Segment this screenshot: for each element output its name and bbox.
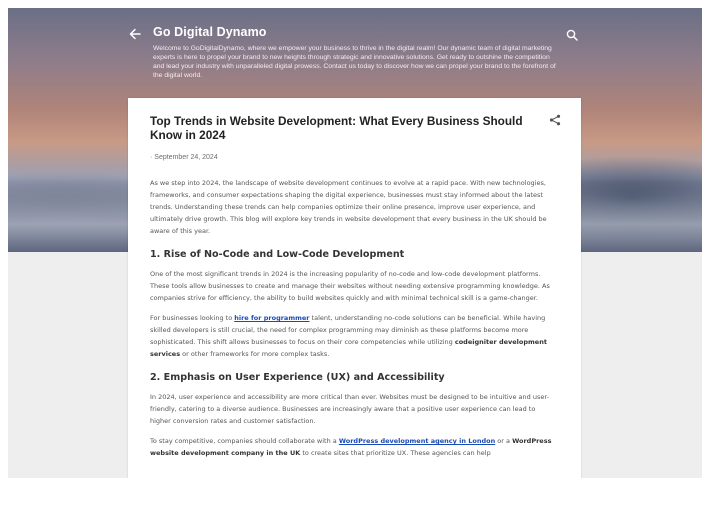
blog-description: Welcome to GoDigitalDynamo, where we emp… — [153, 45, 556, 79]
section-heading-2: 2. Emphasis on User Experience (UX) and … — [150, 372, 445, 383]
browser-viewport: Go Digital Dynamo Welcome to GoDigitalDy… — [8, 8, 702, 478]
section2-paragraph-2: To stay competitive, companies should co… — [150, 435, 558, 459]
hire-programmer-link[interactable]: hire for programmer — [234, 314, 309, 322]
blog-title[interactable]: Go Digital Dynamo — [153, 25, 267, 39]
text-run: For businesses looking to — [150, 314, 235, 322]
text-run: or a — [495, 437, 513, 445]
search-icon[interactable] — [566, 28, 578, 41]
text-run: to create sites that prioritize UX. Thes… — [300, 449, 491, 457]
section2-paragraph-1: In 2024, user experience and accessibili… — [150, 393, 549, 425]
text-run: To stay competitive, companies should co… — [150, 437, 339, 445]
arrow-left-icon[interactable] — [128, 27, 142, 41]
post-card: Top Trends in Website Development: What … — [128, 98, 581, 478]
post-title: Top Trends in Website Development: What … — [150, 114, 523, 142]
post-date[interactable]: September 24, 2024 — [150, 154, 559, 161]
section-heading-1: 1. Rise of No-Code and Low-Code Developm… — [150, 249, 405, 260]
share-icon[interactable] — [549, 113, 561, 126]
section1-paragraph-1: One of the most significant trends in 20… — [150, 270, 550, 302]
intro-paragraph: As we step into 2024, the landscape of w… — [150, 179, 547, 235]
section1-paragraph-2: For businesses looking to hire for progr… — [150, 312, 558, 360]
text-run: or other frameworks for more complex tas… — [180, 350, 330, 358]
wordpress-agency-link[interactable]: WordPress development agency in London — [339, 437, 495, 445]
